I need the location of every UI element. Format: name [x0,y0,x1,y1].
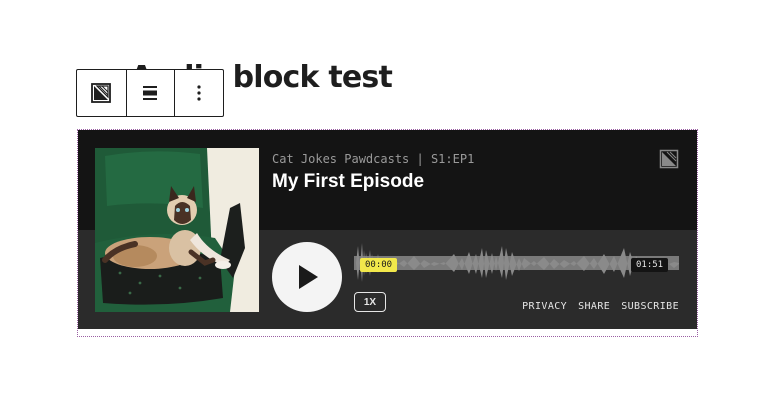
total-duration: 01:51 [631,258,669,272]
current-time: 00:00 [360,258,398,272]
episode-cover-image [95,148,259,312]
align-icon [143,86,158,100]
more-options-button[interactable] [174,70,223,116]
playback-speed-button[interactable]: 1X [354,292,386,312]
player-links: PRIVACY SHARE SUBSCRIBE [522,301,679,312]
play-button[interactable] [272,242,342,312]
play-icon [299,265,318,289]
podcast-player[interactable]: Cat Jokes Pawdcasts | S1:EP1 My First Ep… [78,130,697,329]
more-options-icon [197,85,201,101]
block-toolbar [76,69,224,117]
block-type-button[interactable] [77,70,126,116]
podcast-block-icon [91,83,112,103]
align-button[interactable] [125,70,175,116]
podcast-logo [659,149,679,174]
subscribe-link[interactable]: SUBSCRIBE [621,301,679,312]
podcast-block-icon [659,149,679,169]
episode-title: My First Episode [272,171,425,192]
show-meta: Cat Jokes Pawdcasts | S1:EP1 [272,152,475,166]
privacy-link[interactable]: PRIVACY [522,301,567,312]
share-link[interactable]: SHARE [578,301,610,312]
